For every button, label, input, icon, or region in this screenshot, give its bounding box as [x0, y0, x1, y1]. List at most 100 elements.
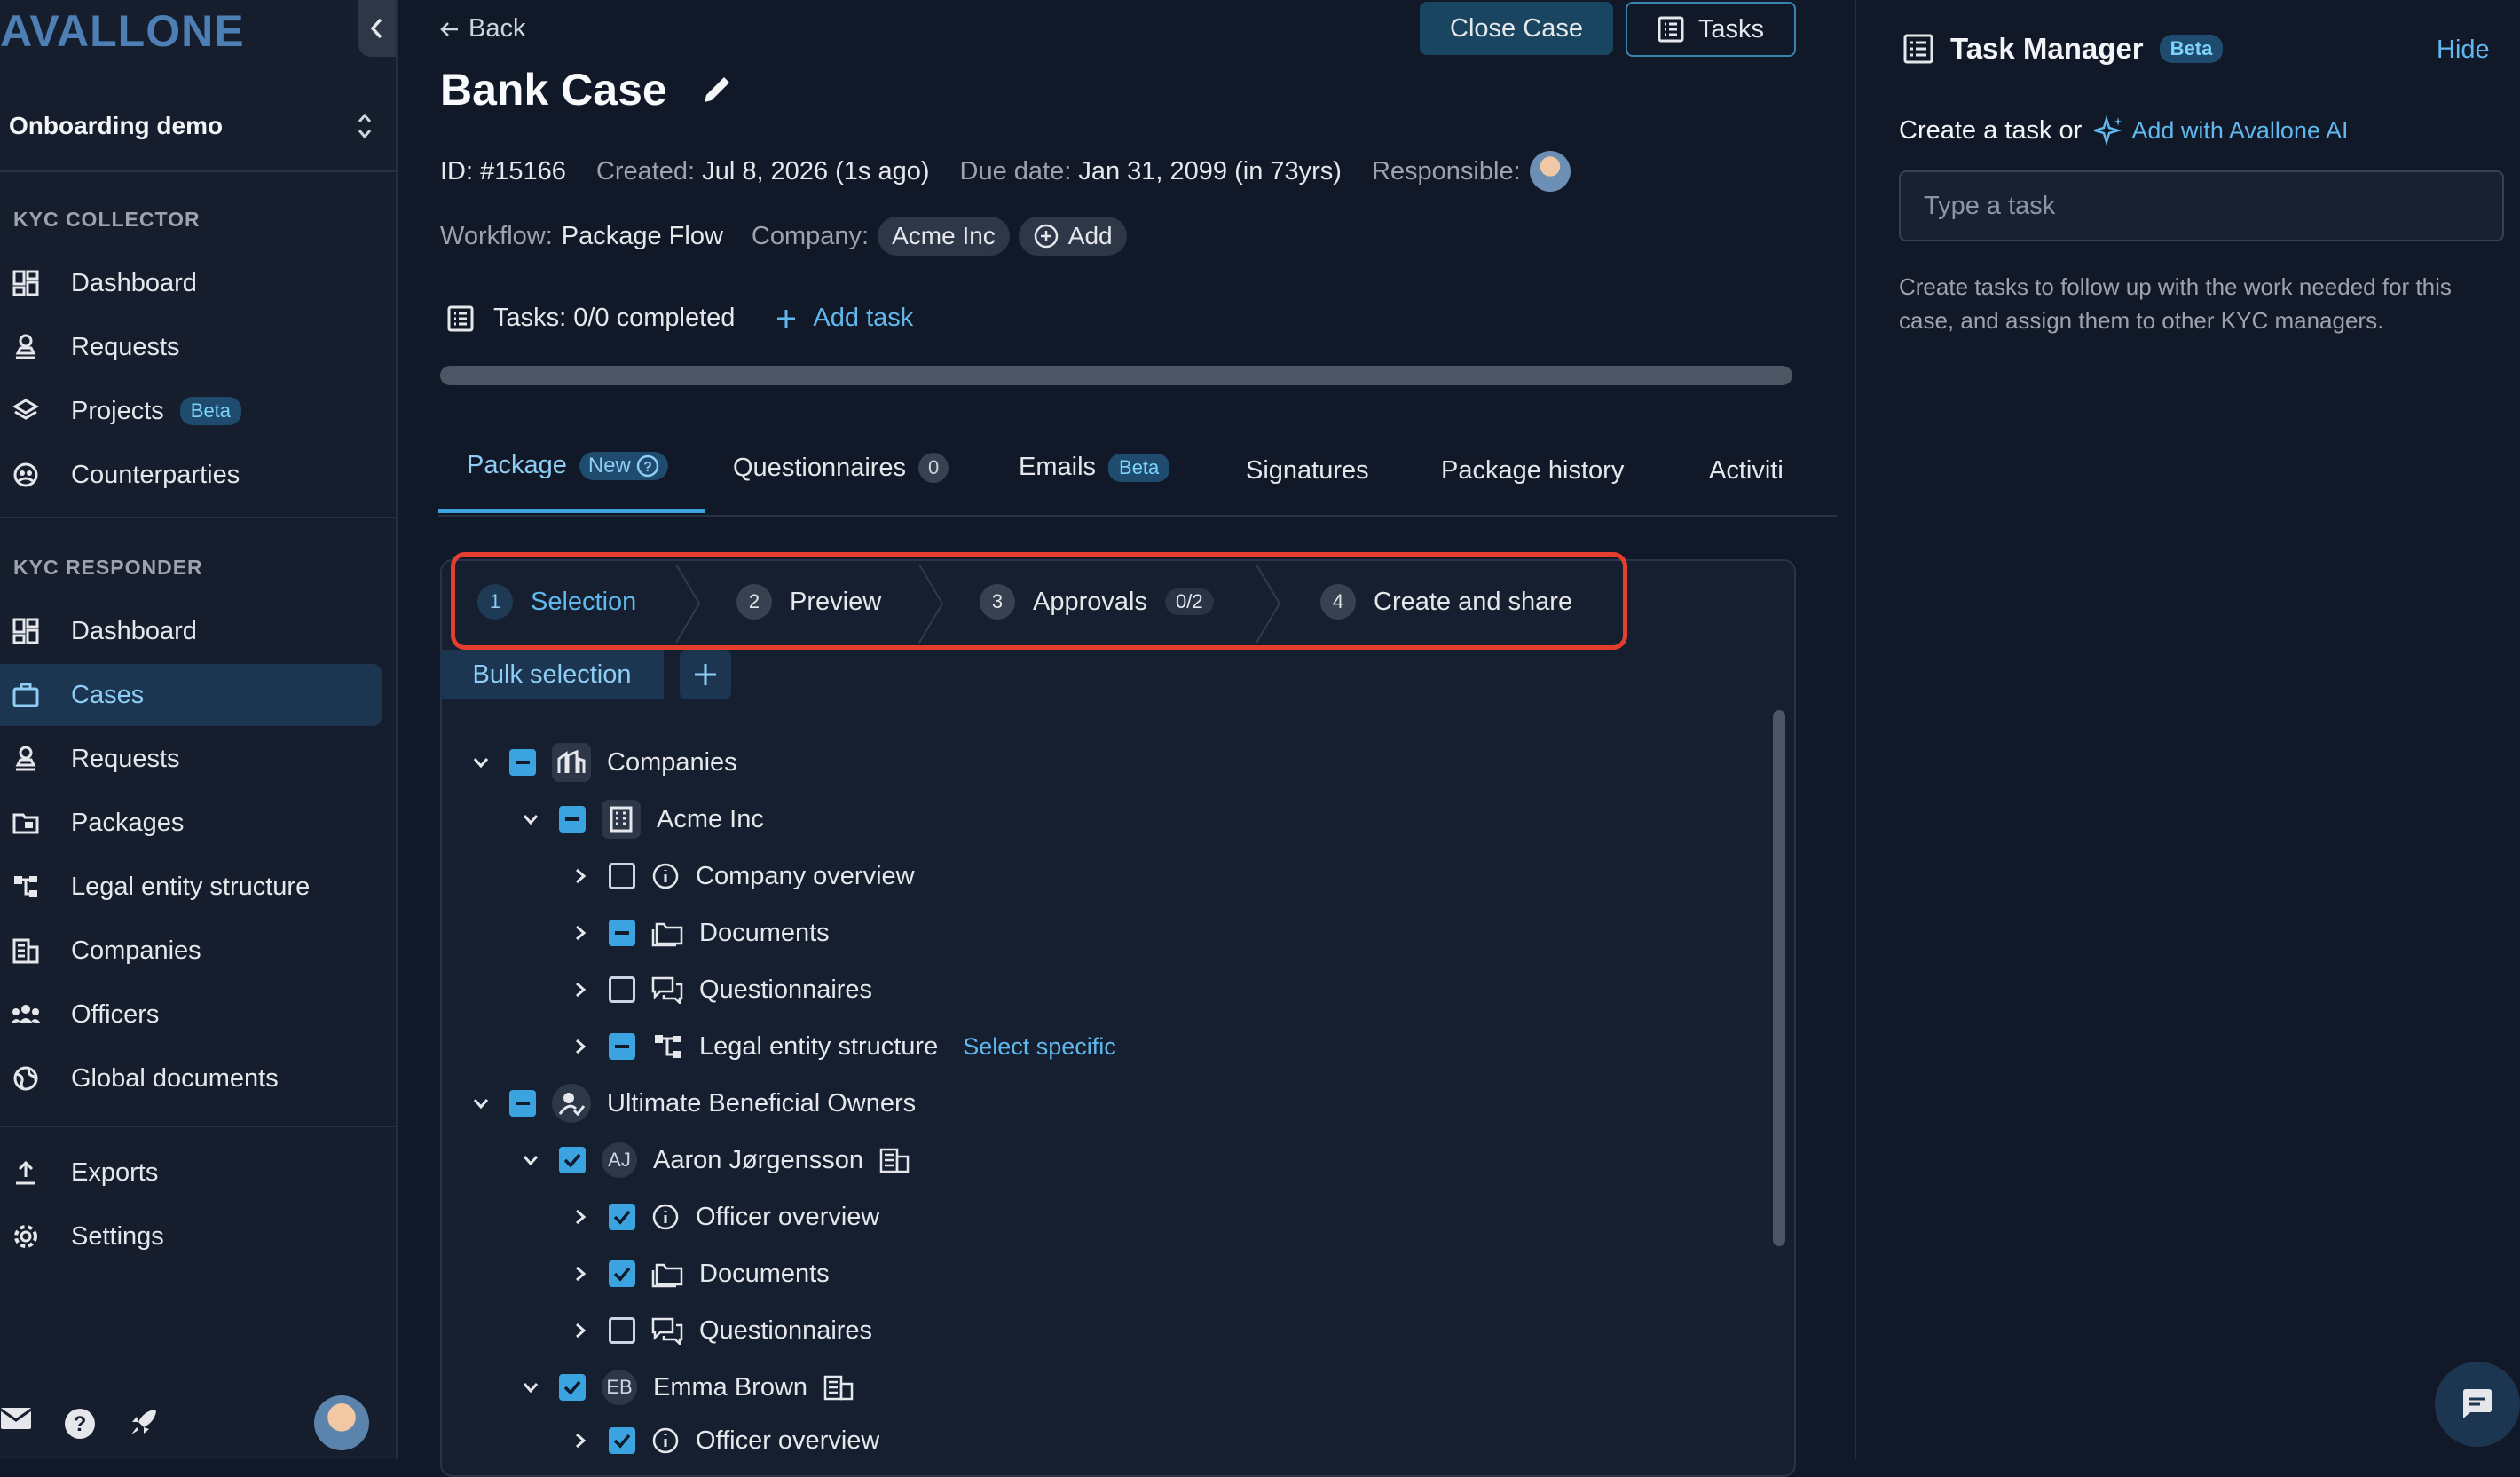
checkbox[interactable] [609, 863, 635, 889]
task-input[interactable] [1899, 170, 2504, 241]
chevron-down-icon[interactable] [518, 807, 543, 832]
tab-package-history[interactable]: Package history [1441, 456, 1624, 486]
chevron-down-icon[interactable] [469, 1091, 493, 1116]
tree-row-documents: Documents [568, 911, 830, 955]
tab-signatures[interactable]: Signatures [1246, 456, 1369, 486]
globe-icon [13, 1066, 38, 1091]
info-icon [652, 1204, 679, 1230]
sidebar-item-collector-requests[interactable]: Requests [0, 316, 382, 378]
tree-row-officer-questionnaires: Questionnaires [568, 1308, 872, 1353]
edit-pencil-icon[interactable] [699, 72, 735, 107]
tab-questionnaires[interactable]: Questionnaires 0 [733, 453, 949, 483]
tab-package[interactable]: Package New ? [467, 451, 668, 480]
company-chip[interactable]: Acme Inc [878, 217, 1010, 256]
rocket-icon [131, 1410, 156, 1434]
chevron-down-icon[interactable] [469, 750, 493, 775]
tree-label: Acme Inc [657, 804, 764, 833]
checkbox[interactable] [609, 920, 635, 946]
whats-new-button[interactable] [128, 1406, 160, 1438]
add-company-button[interactable]: Add [1018, 217, 1127, 256]
chevron-right-icon[interactable] [568, 1318, 593, 1343]
responsible-avatar[interactable] [1529, 151, 1571, 192]
tree-label: Officer overview [696, 1202, 880, 1231]
collapse-sidebar-button[interactable] [358, 0, 396, 57]
mail-button[interactable] [0, 1406, 32, 1431]
add-with-ai-link[interactable]: Add with Avallone AI [2094, 115, 2349, 146]
chevron-down-icon[interactable] [518, 1375, 543, 1400]
sidebar-item-cases[interactable]: Cases [0, 664, 382, 726]
sidebar-item-collector-dashboard[interactable]: Dashboard [0, 252, 382, 314]
tree-scrollbar[interactable] [1773, 710, 1785, 1246]
chevron-right-icon[interactable] [568, 1428, 593, 1453]
avallone-logo[interactable]: AVALLONE [0, 5, 245, 57]
tree-row-acme-inc: Acme Inc [518, 797, 764, 841]
sidebar-item-label: Settings [71, 1221, 164, 1251]
hide-panel-button[interactable]: Hide [2437, 36, 2490, 65]
sidebar-item-exports[interactable]: Exports [0, 1141, 382, 1204]
checkbox[interactable] [559, 1374, 586, 1401]
bulk-selection-tab[interactable]: Bulk selection [440, 650, 664, 699]
building-icon [12, 938, 39, 964]
tab-activities[interactable]: Activiti [1709, 456, 1798, 486]
chat-icon [651, 1317, 683, 1345]
folder-icon [651, 922, 683, 947]
sidebar-item-global-documents[interactable]: Global documents [0, 1047, 382, 1110]
tab-emails[interactable]: Emails Beta [1019, 453, 1170, 482]
checkbox[interactable] [509, 1090, 536, 1117]
tasks-completed-label: Tasks: 0/0 completed [493, 304, 736, 332]
sidebar-item-responder-requests[interactable]: Requests [0, 728, 382, 790]
chevron-right-icon[interactable] [568, 864, 593, 889]
sidebar-item-responder-dashboard[interactable]: Dashboard [0, 600, 382, 662]
add-selection-button[interactable] [680, 650, 731, 699]
sidebar-item-projects[interactable]: Projects Beta [0, 380, 382, 442]
plus-circle-icon [1034, 224, 1059, 249]
chevron-down-icon[interactable] [518, 1148, 543, 1173]
sidebar-item-companies[interactable]: Companies [0, 920, 382, 982]
chevron-right-icon[interactable] [568, 1205, 593, 1229]
help-button[interactable]: ? [64, 1408, 96, 1440]
checkbox[interactable] [609, 1204, 635, 1230]
checkbox[interactable] [609, 1260, 635, 1287]
close-case-button[interactable]: Close Case [1420, 2, 1613, 55]
tree-row-emma-brown: EB Emma Brown [518, 1365, 854, 1410]
chevron-right-icon[interactable] [568, 1261, 593, 1286]
building-icon [602, 800, 641, 839]
active-tab-indicator [438, 509, 705, 513]
checkbox[interactable] [509, 749, 536, 776]
info-icon [652, 863, 679, 889]
tree-label: Questionnaires [699, 975, 873, 1004]
org-switcher[interactable]: Onboarding demo [9, 105, 373, 147]
sidebar-item-counterparties[interactable]: Counterparties [0, 444, 382, 506]
sidebar-item-settings[interactable]: Settings [0, 1205, 382, 1268]
add-task-button[interactable]: Add task [776, 304, 913, 333]
select-specific-link[interactable]: Select specific [963, 1033, 1116, 1061]
case-id: ID: #15166 [440, 156, 566, 186]
sidebar-item-officers[interactable]: Officers [0, 983, 382, 1046]
due-date-value[interactable]: Jan 31, 2099 (in 73yrs) [1078, 157, 1342, 186]
check-icon [563, 1153, 581, 1168]
chat-icon [651, 976, 683, 1004]
checkbox[interactable] [609, 1033, 635, 1060]
user-avatar[interactable] [314, 1395, 369, 1450]
checkbox[interactable] [609, 976, 635, 1003]
sidebar-divider [0, 1126, 396, 1127]
case-meta-row-2: Workflow: Package Flow Company: Acme Inc… [440, 217, 1127, 256]
checkbox[interactable] [559, 1147, 586, 1173]
tasks-button[interactable]: Tasks [1626, 2, 1796, 57]
checkbox[interactable] [609, 1427, 635, 1454]
checkbox[interactable] [559, 806, 586, 833]
folder-icon [651, 1263, 683, 1288]
tree-label: Questionnaires [699, 1315, 873, 1345]
chevron-right-icon[interactable] [568, 920, 593, 945]
sidebar-item-label: Dashboard [71, 268, 197, 297]
chevron-right-icon[interactable] [568, 977, 593, 1002]
task-manager-help-text: Create tasks to follow up with the work … [1899, 273, 2452, 334]
chat-button[interactable] [2435, 1362, 2520, 1447]
chevron-right-icon[interactable] [568, 1034, 593, 1059]
plus-icon [777, 309, 796, 328]
back-link[interactable]: Back [440, 14, 525, 43]
sidebar-item-packages[interactable]: Packages [0, 792, 382, 854]
sidebar-item-legal-entity-structure[interactable]: Legal entity structure [0, 856, 382, 918]
checkbox[interactable] [609, 1317, 635, 1344]
help-circle-icon[interactable]: ? [636, 454, 659, 478]
